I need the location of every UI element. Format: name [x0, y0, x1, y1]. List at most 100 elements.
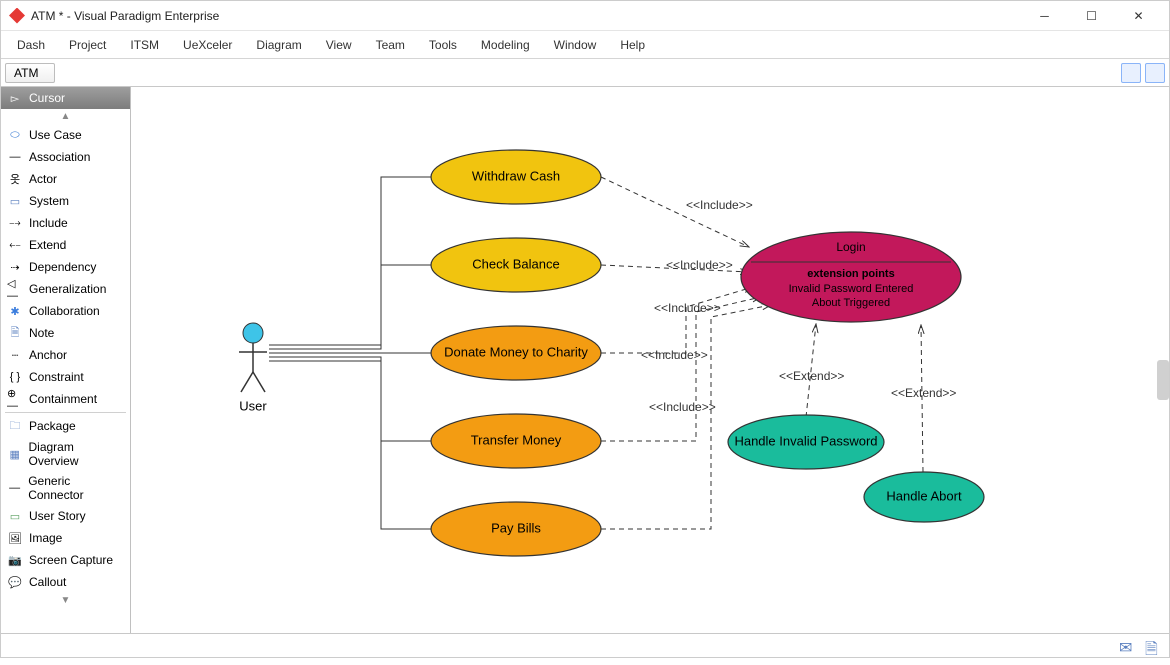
palette-label: Note	[29, 326, 54, 340]
palette-callout[interactable]: 💬 Callout	[1, 571, 130, 593]
palette-label: Extend	[29, 238, 66, 252]
usecase-transfer[interactable]: Transfer Money	[431, 414, 601, 468]
menu-project[interactable]: Project	[57, 34, 118, 56]
generalization-icon: ◁—	[7, 281, 23, 297]
menu-tools[interactable]: Tools	[417, 34, 469, 56]
palette-system[interactable]: ▭System	[1, 190, 130, 212]
image-icon: 🖼	[7, 530, 23, 546]
include-label: <<Include>>	[666, 258, 733, 272]
close-button[interactable]: ✕	[1116, 1, 1161, 31]
tool-palette: ▻ Cursor ▲ ⬭Use Case — Association 옷 Actor…	[1, 87, 131, 633]
palette-label: Anchor	[29, 348, 67, 362]
palette-label: Callout	[29, 575, 66, 589]
palette-label: Containment	[29, 392, 97, 406]
usecase-donate[interactable]: Donate Money to Charity	[431, 326, 601, 380]
palette-package[interactable]: 🗀 Package	[1, 415, 130, 437]
breadcrumb-bar: ATM	[1, 59, 1169, 87]
menu-team[interactable]: Team	[364, 34, 417, 56]
palette-user-story[interactable]: ▭ User Story	[1, 505, 130, 527]
usecase-handle-abort[interactable]: Handle Abort	[864, 472, 984, 522]
palette-anchor[interactable]: ┄ Anchor	[1, 344, 130, 366]
palette-label: Generic Connector	[28, 474, 124, 502]
window-controls: ─ ☐ ✕	[1022, 1, 1161, 31]
menu-dash[interactable]: Dash	[5, 34, 57, 56]
camera-icon: 📷	[7, 552, 23, 568]
usecase-check-balance[interactable]: Check Balance	[431, 238, 601, 292]
palette-association[interactable]: — Association	[1, 146, 130, 168]
palette-generic-connector[interactable]: —Generic Connector	[1, 471, 130, 505]
svg-text:Login: Login	[836, 240, 865, 254]
menu-modeling[interactable]: Modeling	[469, 34, 542, 56]
palette-collaboration[interactable]: ✱ Collaboration	[1, 300, 130, 322]
toolbar-icon-2[interactable]	[1145, 63, 1165, 83]
menu-diagram[interactable]: Diagram	[244, 34, 313, 56]
palette-dependency[interactable]: ⇢Dependency	[1, 256, 130, 278]
breadcrumb-root[interactable]: ATM	[5, 63, 55, 83]
minimize-button[interactable]: ─	[1022, 1, 1067, 31]
extend-icon: ⤌	[7, 237, 23, 253]
palette-label: Association	[29, 150, 90, 164]
palette-diagram-overview[interactable]: ▦Diagram Overview	[1, 437, 130, 471]
actor-label: User	[239, 398, 267, 413]
palette-label: System	[29, 194, 69, 208]
palette-containment[interactable]: ⊕—Containment	[1, 388, 130, 410]
anchor-icon: ┄	[7, 347, 23, 363]
cursor-icon: ▻	[7, 90, 23, 106]
usecase-paybills[interactable]: Pay Bills	[431, 502, 601, 556]
line-icon: —	[7, 149, 23, 165]
story-icon: ▭	[7, 508, 23, 524]
palette-actor[interactable]: 옷 Actor	[1, 168, 130, 190]
palette-label: Cursor	[29, 91, 65, 105]
palette-constraint[interactable]: { }Constraint	[1, 366, 130, 388]
palette-label: Include	[29, 216, 68, 230]
statusbar: ✉ 🗎	[1, 633, 1169, 657]
extend-label: <<Extend>>	[779, 369, 844, 383]
collab-icon: ✱	[7, 303, 23, 319]
palette-generalization[interactable]: ◁—Generalization	[1, 278, 130, 300]
menu-window[interactable]: Window	[542, 34, 609, 56]
palette-collapse-up[interactable]: ▲	[1, 109, 130, 124]
actor-user[interactable]: User	[239, 323, 267, 413]
palette-extend[interactable]: ⤌ Extend	[1, 234, 130, 256]
main-body: ▻ Cursor ▲ ⬭Use Case — Association 옷 Actor…	[1, 87, 1169, 633]
app-icon	[9, 8, 25, 24]
palette-label: Actor	[29, 172, 57, 186]
window-titlebar: ATM * - Visual Paradigm Enterprise ─ ☐ ✕	[1, 1, 1169, 31]
diagram-canvas[interactable]: User Withdraw Cash Check Balance	[131, 87, 1169, 633]
usecase-handle-invalid[interactable]: Handle Invalid Password	[728, 415, 884, 469]
palette-label: Collaboration	[29, 304, 100, 318]
palette-image[interactable]: 🖼Image	[1, 527, 130, 549]
menu-uexceler[interactable]: UeXceler	[171, 34, 244, 56]
toolbar-icon-1[interactable]	[1121, 63, 1141, 83]
palette-label: Package	[29, 419, 76, 433]
include-icon: ⤍	[7, 215, 23, 231]
palette-label: User Story	[29, 509, 86, 523]
menu-itsm[interactable]: ITSM	[118, 34, 171, 56]
menubar: Dash Project ITSM UeXceler Diagram View …	[1, 31, 1169, 59]
palette-note[interactable]: 🗎Note	[1, 322, 130, 344]
actor-icon: 옷	[7, 171, 23, 187]
palette-screen-capture[interactable]: 📷Screen Capture	[1, 549, 130, 571]
palette-usecase[interactable]: ⬭Use Case	[1, 124, 130, 146]
usecase-login[interactable]: Login extension points Invalid Password …	[741, 232, 961, 322]
palette-cursor[interactable]: ▻ Cursor	[1, 87, 130, 109]
palette-collapse-down[interactable]: ▼	[1, 593, 130, 608]
folder-icon: 🗀	[7, 418, 23, 434]
palette-label: Constraint	[29, 370, 84, 384]
maximize-button[interactable]: ☐	[1069, 1, 1114, 31]
palette-include[interactable]: ⤍ Include	[1, 212, 130, 234]
include-label: <<Include>>	[654, 301, 721, 315]
mail-icon[interactable]: ✉	[1119, 638, 1135, 654]
diagram-svg: User Withdraw Cash Check Balance	[131, 87, 1167, 633]
window-title: ATM * - Visual Paradigm Enterprise	[31, 9, 219, 23]
dependency-icon: ⇢	[7, 259, 23, 275]
palette-label: Diagram Overview	[28, 440, 124, 468]
menu-view[interactable]: View	[314, 34, 364, 56]
svg-text:About Triggered: About Triggered	[812, 297, 890, 309]
note-icon[interactable]: 🗎	[1145, 638, 1161, 654]
extend-label: <<Extend>>	[891, 386, 956, 400]
callout-icon: 💬	[7, 574, 23, 590]
include-label: <<Include>>	[641, 348, 708, 362]
usecase-withdraw[interactable]: Withdraw Cash	[431, 150, 601, 204]
menu-help[interactable]: Help	[608, 34, 657, 56]
